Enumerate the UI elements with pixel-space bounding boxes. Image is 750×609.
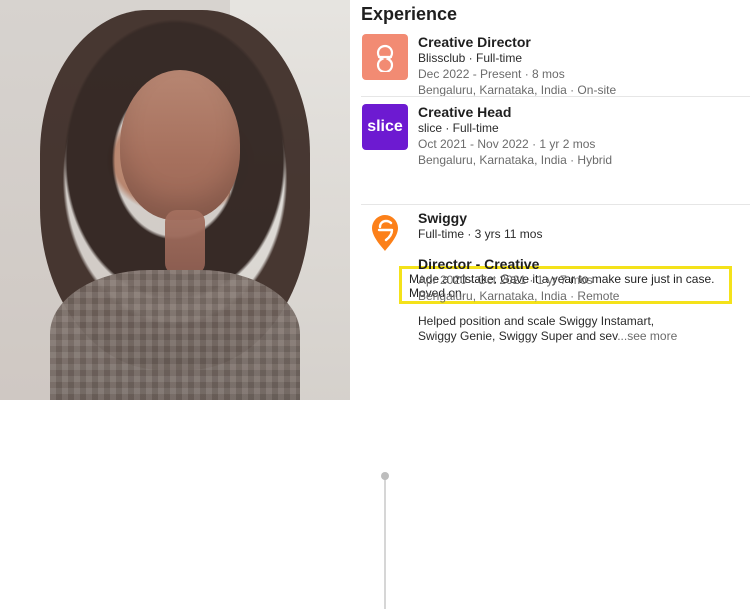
experience-heading: Experience (361, 4, 458, 24)
company-summary: Full-time · 3 yrs 11 mos (418, 227, 543, 241)
experience-entry-text: Swiggy Full-time · 3 yrs 11 mos (418, 210, 740, 242)
experience-entry-text: Creative Head slice · Full-time Oct 2021… (418, 104, 740, 168)
role-title: Director - Creative (418, 256, 540, 272)
experience-entry-text: Creative Director Blissclub · Full-time … (418, 34, 740, 98)
job-title: Creative Director (418, 34, 531, 50)
see-more-link[interactable]: ...see more (617, 329, 677, 343)
dates-line: Dec 2022 - Present · 8 mos (418, 67, 565, 81)
blissclub-logo-icon (362, 34, 408, 80)
role-text: Director - Creative Apr 2020 - Oct 2021 … (418, 256, 740, 344)
experience-entry[interactable]: Creative Director Blissclub · Full-time … (350, 34, 750, 104)
role-dates: Apr 2020 - Oct 2021 · 1 yr 7 mos (418, 273, 593, 287)
timeline-line (384, 474, 386, 609)
company-line: slice · Full-time (418, 121, 499, 135)
role-description-line: Swiggy Genie, Swiggy Super and sev...see… (418, 329, 740, 344)
slice-logo: slice (362, 104, 408, 150)
company-title: Swiggy (418, 210, 468, 226)
slice-logo-text: slice (367, 118, 403, 135)
photo-shirt (50, 270, 300, 400)
separator (361, 96, 750, 97)
experience-panel: Experience Creative Director Blissclub ·… (350, 0, 750, 609)
photo-neck (165, 210, 205, 275)
company-line: Blissclub · Full-time (418, 51, 523, 65)
photo-face (120, 70, 240, 220)
experience-entry[interactable]: slice Creative Head slice · Full-time Oc… (350, 104, 750, 304)
timeline-dot (381, 472, 389, 480)
separator (361, 204, 750, 205)
swiggy-logo-icon (362, 210, 408, 256)
role-description-line-text: Swiggy Genie, Swiggy Super and sev (418, 329, 618, 343)
role-description-line: Helped position and scale Swiggy Instama… (418, 314, 655, 328)
job-title: Creative Head (418, 104, 512, 120)
experience-entry[interactable]: Swiggy Full-time · 3 yrs 11 mos Director… (350, 210, 750, 609)
dates-line: Oct 2021 - Nov 2022 · 1 yr 2 mos (418, 137, 596, 151)
location-line: Bengaluru, Karnataka, India · Hybrid (418, 153, 613, 167)
profile-photo (0, 0, 350, 400)
role-location: Bengaluru, Karnataka, India · Remote (418, 289, 620, 303)
role-description: Helped position and scale Swiggy Instama… (418, 314, 740, 344)
